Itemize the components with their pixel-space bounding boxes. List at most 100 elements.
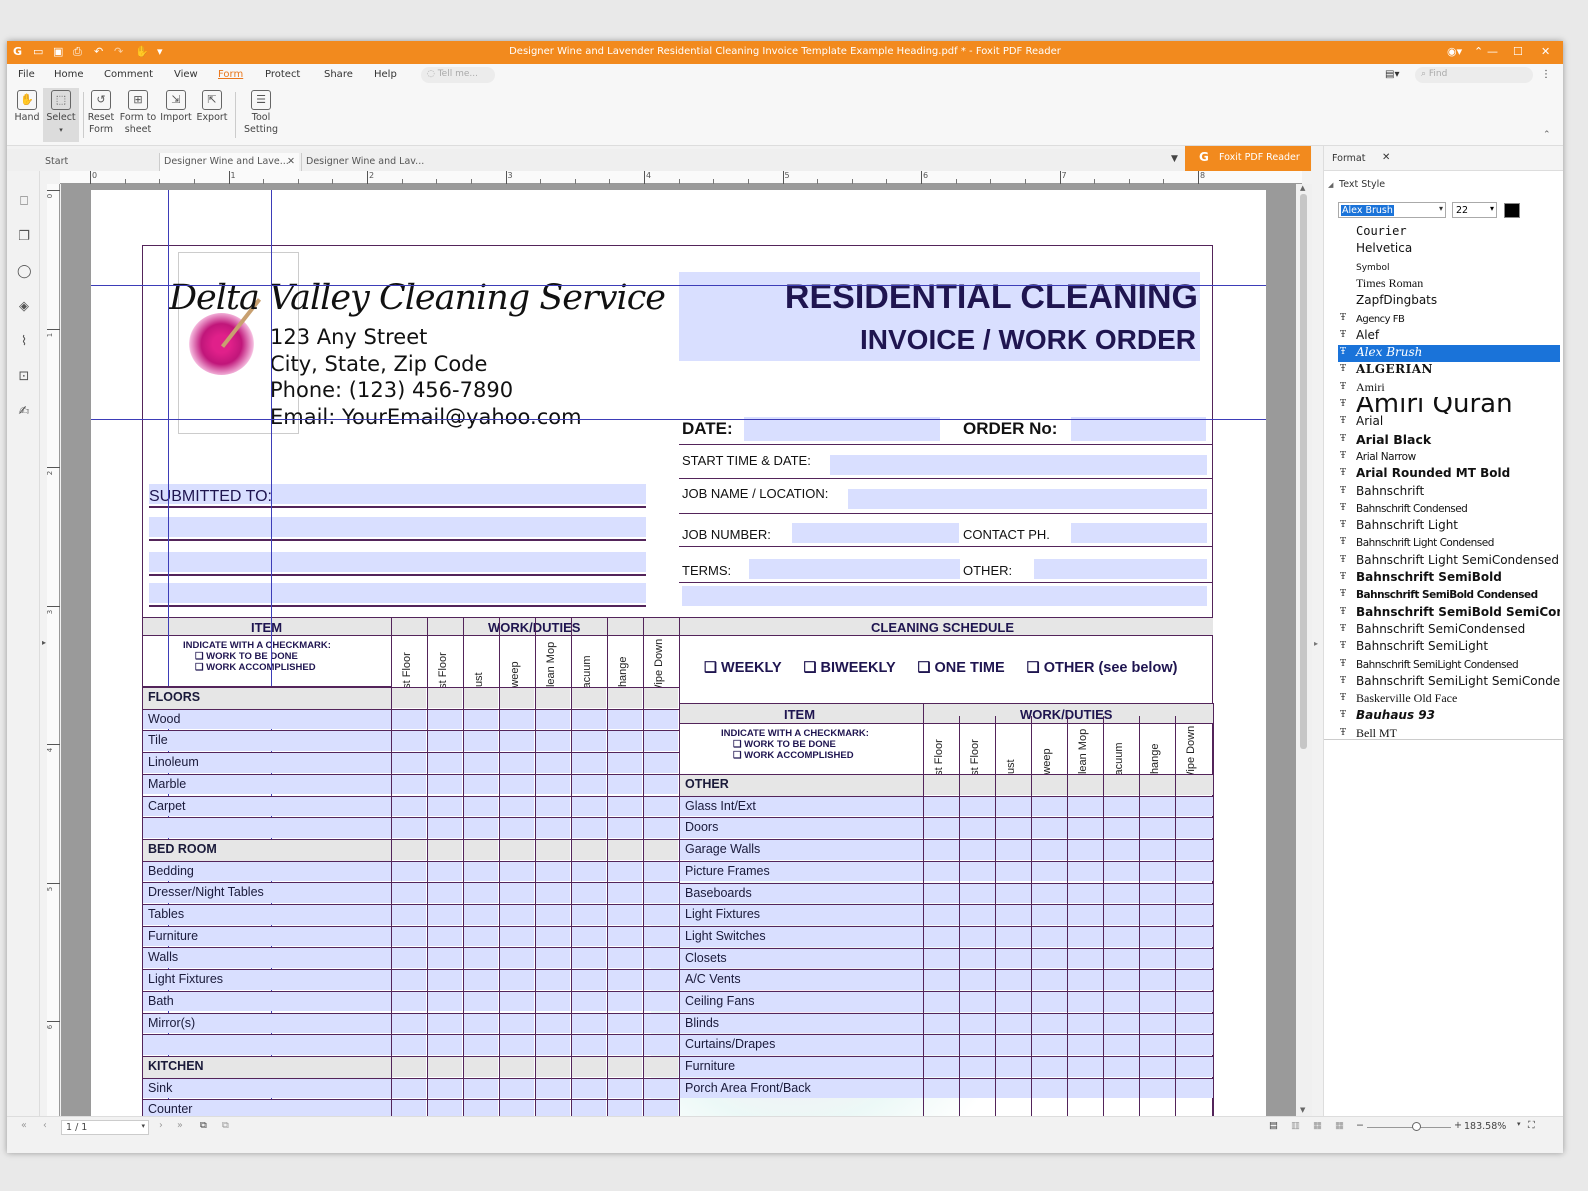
check-cell[interactable] (428, 1056, 462, 1077)
foxit-reader-button[interactable]: G Foxit PDF Reader (1185, 146, 1311, 171)
check-cell[interactable] (392, 818, 426, 838)
check-cell[interactable] (1068, 775, 1103, 795)
check-cell[interactable] (1032, 992, 1067, 1012)
check-cell[interactable] (536, 1035, 570, 1055)
check-cell[interactable] (1140, 926, 1175, 947)
check-cell[interactable] (1032, 861, 1067, 882)
check-cell[interactable] (572, 774, 606, 795)
biweekly-checkbox[interactable]: ❑ BIWEEKLY (804, 660, 896, 676)
check-cell[interactable] (428, 1078, 462, 1099)
check-cell[interactable] (996, 775, 1031, 795)
check-cell[interactable] (428, 688, 462, 708)
check-cell[interactable] (608, 1078, 642, 1099)
check-cell[interactable] (1032, 1035, 1067, 1056)
font-option[interactable]: Ŧ Bahnschrift Light Condensed (1338, 535, 1560, 552)
font-option[interactable]: Ŧ ALGERIAN (1338, 362, 1560, 379)
check-cell[interactable] (924, 775, 959, 795)
check-cell[interactable] (1068, 861, 1103, 882)
check-cell[interactable] (1068, 883, 1103, 904)
check-cell[interactable] (608, 839, 642, 860)
check-cell[interactable] (536, 970, 570, 990)
check-cell[interactable] (644, 688, 678, 708)
check-cell[interactable] (572, 1035, 606, 1055)
check-cell[interactable] (960, 926, 995, 947)
check-cell[interactable] (1068, 818, 1103, 839)
check-cell[interactable] (464, 861, 498, 882)
check-cell[interactable] (1176, 1013, 1213, 1034)
check-cell[interactable] (1140, 905, 1175, 925)
font-option[interactable]: Ŧ Arial Narrow (1338, 449, 1560, 466)
check-cell[interactable] (536, 948, 570, 969)
font-option[interactable]: Ŧ Arial Black (1338, 432, 1560, 449)
check-cell[interactable] (1032, 796, 1067, 817)
check-cell[interactable] (464, 774, 498, 795)
check-cell[interactable] (1176, 818, 1213, 839)
check-cell[interactable] (392, 753, 426, 773)
fullscreen-icon[interactable]: ⛶ (1528, 1120, 1535, 1131)
check-cell[interactable] (960, 992, 995, 1012)
check-cell[interactable] (608, 861, 642, 882)
check-cell[interactable] (960, 905, 995, 925)
check-cell[interactable] (996, 905, 1031, 925)
check-cell[interactable] (1068, 926, 1103, 947)
check-cell[interactable] (500, 970, 534, 990)
weekly-checkbox[interactable]: ❑ WEEKLY (704, 660, 781, 676)
scroll-thumb[interactable] (1300, 194, 1307, 749)
check-cell[interactable] (1104, 1035, 1139, 1056)
check-cell[interactable] (572, 709, 606, 730)
check-cell[interactable] (536, 991, 570, 1012)
check-cell[interactable] (464, 1056, 498, 1077)
check-cell[interactable] (1068, 796, 1103, 817)
prev-page-icon[interactable]: ‹ (43, 1120, 47, 1131)
order-field[interactable] (1071, 417, 1206, 441)
check-cell[interactable] (428, 839, 462, 860)
check-cell[interactable] (1032, 883, 1067, 904)
check-cell[interactable] (536, 861, 570, 882)
check-cell[interactable] (1176, 1078, 1213, 1099)
check-cell[interactable] (996, 840, 1031, 860)
check-cell[interactable] (536, 796, 570, 817)
check-cell[interactable] (1176, 926, 1213, 947)
font-option[interactable]: Ŧ Arial Rounded MT Bold (1338, 466, 1560, 483)
check-cell[interactable] (572, 1013, 606, 1034)
check-cell[interactable] (1140, 948, 1175, 969)
check-cell[interactable] (924, 1013, 959, 1034)
minimize-icon[interactable]: — (1487, 45, 1498, 58)
check-cell[interactable] (1104, 1078, 1139, 1099)
check-cell[interactable] (1104, 775, 1139, 795)
menu-share[interactable]: Share (324, 69, 353, 80)
font-option[interactable]: Ŧ Bahnschrift Light SemiCondensed (1338, 553, 1560, 570)
check-cell[interactable] (608, 796, 642, 817)
extra-field[interactable] (682, 586, 1207, 606)
check-cell[interactable] (1140, 1013, 1175, 1034)
check-cell[interactable] (1032, 948, 1067, 969)
check-cell[interactable] (572, 688, 606, 708)
check-cell[interactable] (1140, 796, 1175, 817)
check-cell[interactable] (960, 1035, 995, 1056)
check-cell[interactable] (392, 731, 426, 752)
font-option[interactable]: Ŧ Bauhaus 93 (1338, 708, 1560, 725)
tell-me-search[interactable]: ◌ Tell me... (421, 67, 495, 83)
check-cell[interactable] (428, 861, 462, 882)
check-cell[interactable] (536, 883, 570, 903)
check-cell[interactable] (392, 1078, 426, 1099)
check-cell[interactable] (996, 883, 1031, 904)
check-cell[interactable] (1104, 905, 1139, 925)
check-cell[interactable] (464, 688, 498, 708)
check-cell[interactable] (644, 991, 678, 1012)
submitted-field-3[interactable] (149, 552, 646, 572)
check-cell[interactable] (428, 774, 462, 795)
check-cell[interactable] (924, 948, 959, 969)
check-cell[interactable] (608, 774, 642, 795)
check-cell[interactable] (1104, 861, 1139, 882)
font-option[interactable]: Symbol (1338, 259, 1560, 276)
check-cell[interactable] (1176, 970, 1213, 990)
check-cell[interactable] (644, 948, 678, 969)
check-cell[interactable] (1176, 861, 1213, 882)
more-options-icon[interactable]: ⋮ (1541, 69, 1551, 80)
check-cell[interactable] (572, 1056, 606, 1077)
check-cell[interactable] (500, 688, 534, 708)
vertical-scrollbar[interactable]: ▲ ▼ (1296, 184, 1312, 1116)
check-cell[interactable] (500, 905, 534, 925)
check-cell[interactable] (500, 1013, 534, 1034)
